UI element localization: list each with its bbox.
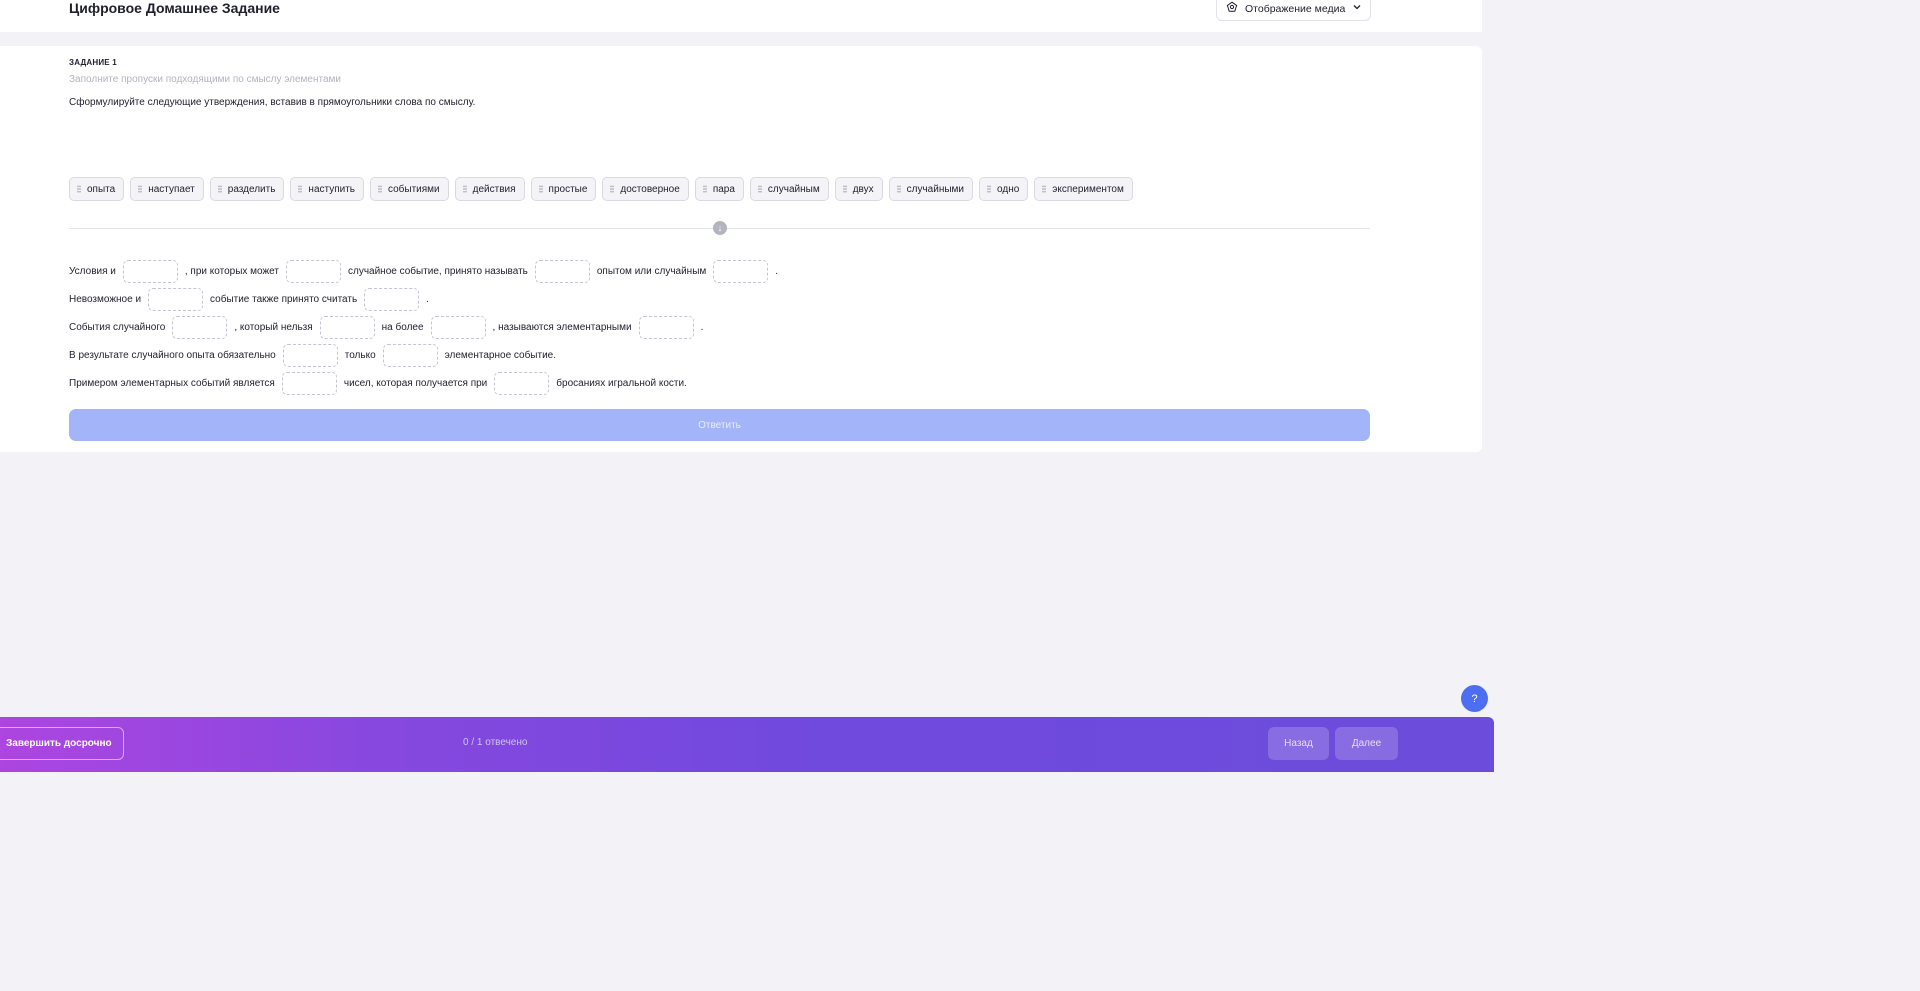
drop-zone[interactable] <box>282 344 338 367</box>
word-chip-label: случайными <box>906 183 965 195</box>
word-chip-label: одно <box>997 183 1020 195</box>
drop-zone[interactable] <box>534 260 590 283</box>
drag-handle-icon <box>987 185 992 193</box>
word-chip[interactable]: случайными <box>888 177 974 201</box>
task-instruction: Сформулируйте следующие утверждения, вст… <box>69 97 476 108</box>
word-chip[interactable]: простые <box>530 177 597 201</box>
drop-zone[interactable] <box>430 316 486 339</box>
drop-zone[interactable] <box>638 316 694 339</box>
sentence-text: опытом или случайным <box>596 266 707 277</box>
drop-zone[interactable] <box>122 260 178 283</box>
word-chip[interactable]: одно <box>979 177 1029 201</box>
word-chip[interactable]: действия <box>454 177 525 201</box>
word-chip-label: простые <box>548 183 588 195</box>
sentence-5: Примером элементарных событий является ч… <box>69 372 687 395</box>
drop-zone[interactable] <box>172 316 228 339</box>
sentence-text: , который нельзя <box>234 322 313 333</box>
drop-zone[interactable] <box>382 344 438 367</box>
page-title: Цифровое Домашнее Задание <box>69 0 280 16</box>
drop-zone[interactable] <box>319 316 375 339</box>
word-chip-label: двух <box>852 183 874 195</box>
drag-handle-icon <box>842 185 847 193</box>
media-display-dropdown[interactable]: Отображение медиа <box>1216 0 1371 21</box>
drag-handle-icon <box>138 185 143 193</box>
word-chip-label: случайным <box>767 183 820 195</box>
word-chip[interactable]: наступить <box>290 177 364 201</box>
drop-zone[interactable] <box>281 372 337 395</box>
drop-zone[interactable] <box>364 288 420 311</box>
drop-zone[interactable] <box>285 260 341 283</box>
drop-zone[interactable] <box>494 372 550 395</box>
sentence-3: События случайного , который нельзя на б… <box>69 316 703 339</box>
sentence-text: События случайного <box>69 322 166 333</box>
word-chip-label: достоверное <box>620 183 680 195</box>
word-chip-label: действия <box>472 183 516 195</box>
sentence-text: . <box>775 266 779 277</box>
drag-handle-icon <box>1042 185 1047 193</box>
sentence-text: чисел, которая получается при <box>343 378 488 389</box>
word-chip[interactable]: пара <box>694 177 744 201</box>
drag-handle-icon <box>610 185 615 193</box>
word-bank: опыта наступает разделить наступить собы… <box>69 177 1133 201</box>
drag-handle-icon <box>217 185 222 193</box>
settings-icon <box>1226 1 1238 16</box>
word-chip-label: экспериментом <box>1052 183 1124 195</box>
submit-button[interactable]: Ответить <box>69 409 1370 441</box>
word-chip[interactable]: экспериментом <box>1034 177 1133 201</box>
sentence-text: элементарное событие. <box>444 350 557 361</box>
sentence-2: Невозможное и событие также принято счит… <box>69 288 429 311</box>
word-chip[interactable]: достоверное <box>602 177 689 201</box>
drag-handle-icon <box>538 185 543 193</box>
task-hint: Заполните пропуски подходящими по смыслу… <box>69 74 341 85</box>
drag-handle-icon <box>298 185 303 193</box>
sentence-text: . <box>700 322 704 333</box>
sentence-text: Невозможное и <box>69 294 142 305</box>
drag-handle-icon <box>757 185 762 193</box>
sentence-text: на более <box>381 322 424 333</box>
drop-zone[interactable] <box>148 288 204 311</box>
finish-early-button[interactable]: Завершить досрочно <box>0 727 124 760</box>
drag-handle-icon <box>378 185 382 193</box>
sentence-text: Примером элементарных событий является <box>69 378 275 389</box>
word-chip-label: опыта <box>87 183 116 195</box>
footer-bar: Завершить досрочно 0 / 1 отвечено Назад … <box>0 717 1494 772</box>
sentence-text: , при которых может <box>184 266 279 277</box>
drag-handle-icon <box>462 185 467 193</box>
task-card: ЗАДАНИЕ 1 Заполните пропуски подходящими… <box>0 46 1482 452</box>
sentence-text: Условия и <box>69 266 116 277</box>
word-chip[interactable]: разделить <box>209 177 285 201</box>
sentence-text: В результате случайного опыта обязательн… <box>69 350 276 361</box>
sentence-text: , называются элементарными <box>492 322 632 333</box>
drop-zone[interactable] <box>713 260 769 283</box>
word-chip[interactable]: двух <box>834 177 883 201</box>
word-chip-label: событиями <box>388 183 440 195</box>
word-chip-label: наступить <box>308 183 355 195</box>
drag-handle-icon <box>77 185 81 193</box>
sentence-text: случайное событие, принято называть <box>347 266 528 277</box>
next-button[interactable]: Далее <box>1335 727 1398 760</box>
word-chip[interactable]: событиями <box>370 177 449 201</box>
word-chip[interactable]: случайным <box>749 177 829 201</box>
sentence-1: Условия и , при которых может случайное … <box>69 260 778 283</box>
word-chip-label: наступает <box>148 183 195 195</box>
sentence-text: . <box>426 294 429 305</box>
sentence-text: только <box>344 350 376 361</box>
word-chip-label: разделить <box>227 183 276 195</box>
drag-handle-icon <box>702 185 707 193</box>
chevron-down-icon <box>1352 2 1362 15</box>
sentence-text: событие также принято считать <box>210 294 358 305</box>
task-number: ЗАДАНИЕ 1 <box>69 58 117 67</box>
arrow-down-icon[interactable]: ↓ <box>713 221 727 235</box>
media-display-label: Отображение медиа <box>1245 2 1346 15</box>
sentence-text: бросаниях игральной кости. <box>556 378 687 389</box>
drag-handle-icon <box>896 185 901 193</box>
progress-status: 0 / 1 отвечено <box>463 737 528 748</box>
top-header: Цифровое Домашнее Задание Отображение ме… <box>0 0 1482 32</box>
back-button[interactable]: Назад <box>1268 727 1329 760</box>
word-chip[interactable]: наступает <box>130 177 204 201</box>
sentence-4: В результате случайного опыта обязательн… <box>69 344 556 367</box>
word-chip-label: пара <box>712 183 735 195</box>
help-button[interactable]: ? <box>1461 685 1488 712</box>
word-chip[interactable]: опыта <box>69 177 125 201</box>
